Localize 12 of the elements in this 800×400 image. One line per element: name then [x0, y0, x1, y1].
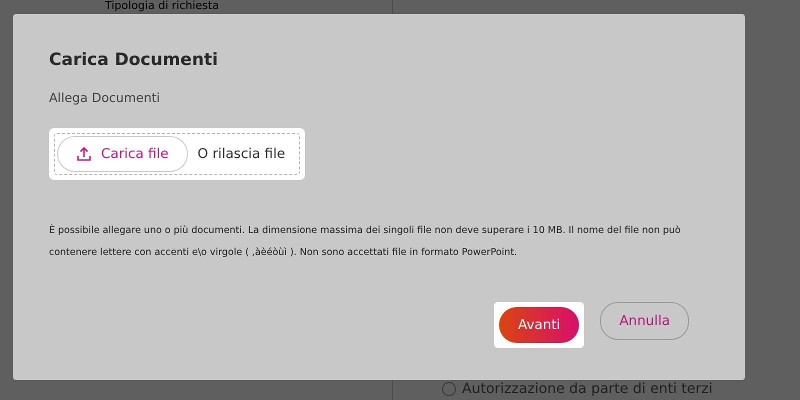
drop-hint: O rilascia file	[198, 146, 286, 162]
section-label: Allega Documenti	[49, 90, 161, 105]
radio-label: Autorizzazione da parte di enti terzi	[462, 381, 712, 397]
drop-zone[interactable]: Carica file O rilascia file	[49, 128, 306, 180]
cancel-button[interactable]: Annulla	[600, 302, 689, 340]
radio-button[interactable]	[442, 382, 456, 396]
field-label: Tipologia di richiesta	[105, 0, 220, 12]
upload-note: È possibile allegare uno o più documenti. La dimensione massima dei singoli file non deve superare i 10 MB. Il nome del file non può contenere lettere con accenti e\o virgole ( ,àèéòùì ). Non sono accettati file in formato PowerPoint.	[49, 223, 682, 260]
upload-button[interactable]: Carica file	[57, 136, 188, 172]
next-button[interactable]: Avanti	[499, 307, 580, 343]
upload-icon	[76, 146, 92, 162]
dialog-title: Carica Documenti	[49, 50, 219, 70]
